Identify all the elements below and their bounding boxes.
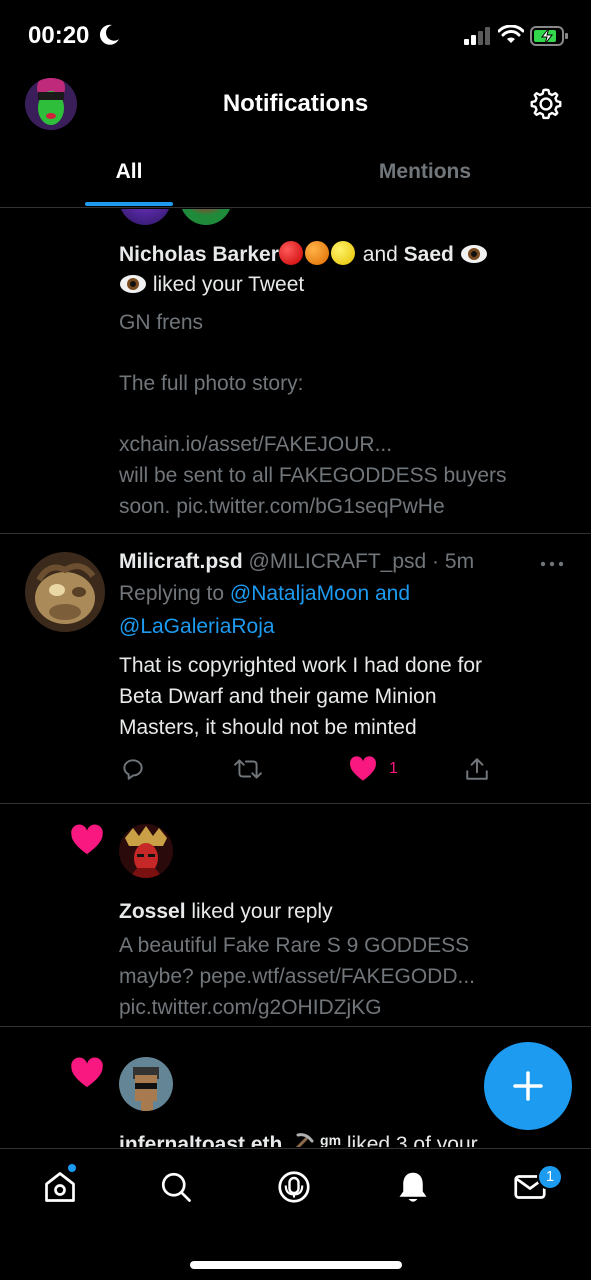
tweet-preview-line: xchain.io/asset/FAKEJOUR... — [119, 433, 393, 456]
tab-bar: All Mentions — [0, 146, 591, 208]
battery-icon — [530, 25, 570, 52]
notification-text: Zossel liked your reply — [119, 900, 333, 924]
messages-badge: 1 — [537, 1164, 563, 1190]
active-tab-indicator — [85, 202, 173, 206]
header: Notifications — [0, 72, 591, 136]
more-options-icon[interactable] — [540, 556, 564, 574]
spaces-icon[interactable] — [276, 1169, 312, 1210]
tweet-preview-line: pic.twitter.com/g2OHIDZjKG — [119, 996, 382, 1019]
tweet-preview-line: A beautiful Fake Rare S 9 GODDESS — [119, 934, 470, 957]
heart-icon — [70, 1057, 104, 1094]
replying-to-continued: @LaGaleriaRoja — [119, 615, 275, 639]
gear-icon[interactable] — [528, 86, 564, 127]
tweet-preview-line: maybe? pepe.wtf/asset/FAKEGODD... — [119, 965, 475, 988]
bottom-nav: 1 — [0, 1148, 591, 1280]
actor-name[interactable]: Saed — [404, 243, 454, 266]
yellow-circle-icon — [330, 241, 355, 265]
reply-tweet[interactable]: Milicraft.psd @MILICRAFT_psd · 5m Replyi… — [0, 534, 591, 804]
tweet-preview-line: will be sent to all FAKEGODDESS buyers — [119, 464, 507, 487]
notification-item[interactable]: Nicholas Barker and Saed liked your Twee… — [0, 209, 591, 534]
page-title: Notifications — [222, 90, 369, 117]
action-text: liked 3 of your — [346, 1133, 478, 1147]
like-icon[interactable] — [349, 756, 377, 787]
avatar[interactable] — [25, 552, 105, 632]
action-text: liked your reply — [191, 900, 333, 923]
avatar[interactable] — [119, 1057, 173, 1111]
joiner-text: and — [362, 243, 398, 266]
search-icon[interactable] — [158, 1169, 194, 1210]
name-tag: gm — [320, 1132, 342, 1147]
avatar[interactable] — [119, 209, 171, 225]
tweet-preview-line: The full photo story: — [119, 372, 304, 395]
replying-to: Replying to @NataljaMoon and — [119, 582, 410, 606]
tweet-text-line: Masters, it should not be minted — [119, 716, 417, 739]
bell-icon[interactable] — [395, 1169, 431, 1210]
handle-and-time: @MILICRAFT_psd · 5m — [248, 550, 475, 573]
tweet-text-line: That is copyrighted work I had done for — [119, 654, 483, 677]
actor-name[interactable]: Zossel — [119, 900, 186, 923]
home-icon[interactable] — [42, 1169, 78, 1210]
heart-icon — [70, 824, 104, 861]
plus-icon — [513, 1071, 543, 1101]
eye-icon — [460, 243, 488, 271]
reply-icon[interactable] — [120, 756, 146, 787]
actor-name[interactable]: infernaltoast.eth — [119, 1133, 282, 1147]
red-circle-icon — [278, 241, 303, 265]
tweet-preview-line: GN frens — [119, 311, 204, 334]
compose-button[interactable] — [484, 1042, 572, 1130]
mention-link[interactable]: @LaGaleriaRoja — [119, 615, 275, 638]
like-count: 1 — [389, 760, 398, 777]
home-indicator — [190, 1261, 402, 1269]
tweet-header: Milicraft.psd @MILICRAFT_psd · 5m — [119, 550, 474, 574]
notification-item[interactable]: Zossel liked your reply A beautiful Fake… — [0, 804, 591, 1027]
tweet-preview-line: soon. pic.twitter.com/bG1seqPwHe — [119, 495, 445, 518]
moon-icon — [99, 24, 120, 51]
replying-prefix: Replying to — [119, 582, 225, 605]
actor-name[interactable]: Nicholas Barker — [119, 243, 279, 266]
tweet-text-line: Beta Dwarf and their game Minion — [119, 685, 437, 708]
signal-icon — [464, 26, 492, 51]
notification-text: liked your Tweet — [119, 273, 304, 301]
pickaxe-icon — [288, 1131, 314, 1147]
orange-circle-icon — [304, 241, 329, 265]
notification-text: infernaltoast.eth gm liked 3 of your — [119, 1131, 478, 1147]
status-time: 00:20 — [28, 22, 90, 49]
avatar[interactable] — [180, 209, 232, 225]
tab-mentions[interactable]: Mentions — [296, 160, 554, 184]
notification-text: Nicholas Barker and Saed — [119, 241, 488, 271]
share-icon[interactable] — [464, 756, 490, 787]
action-text: liked your Tweet — [152, 273, 305, 296]
display-name[interactable]: Milicraft.psd — [119, 550, 243, 573]
notification-feed[interactable]: Nicholas Barker and Saed liked your Twee… — [0, 209, 591, 1147]
tab-all[interactable]: All — [0, 160, 258, 184]
wifi-icon — [497, 24, 525, 50]
status-bar: 00:20 — [0, 0, 591, 72]
home-unread-dot — [67, 1163, 77, 1173]
retweet-icon[interactable] — [233, 756, 263, 787]
mention-link[interactable]: @NataljaMoon and — [230, 582, 410, 605]
eye-icon — [119, 273, 147, 301]
avatar[interactable] — [119, 824, 173, 878]
